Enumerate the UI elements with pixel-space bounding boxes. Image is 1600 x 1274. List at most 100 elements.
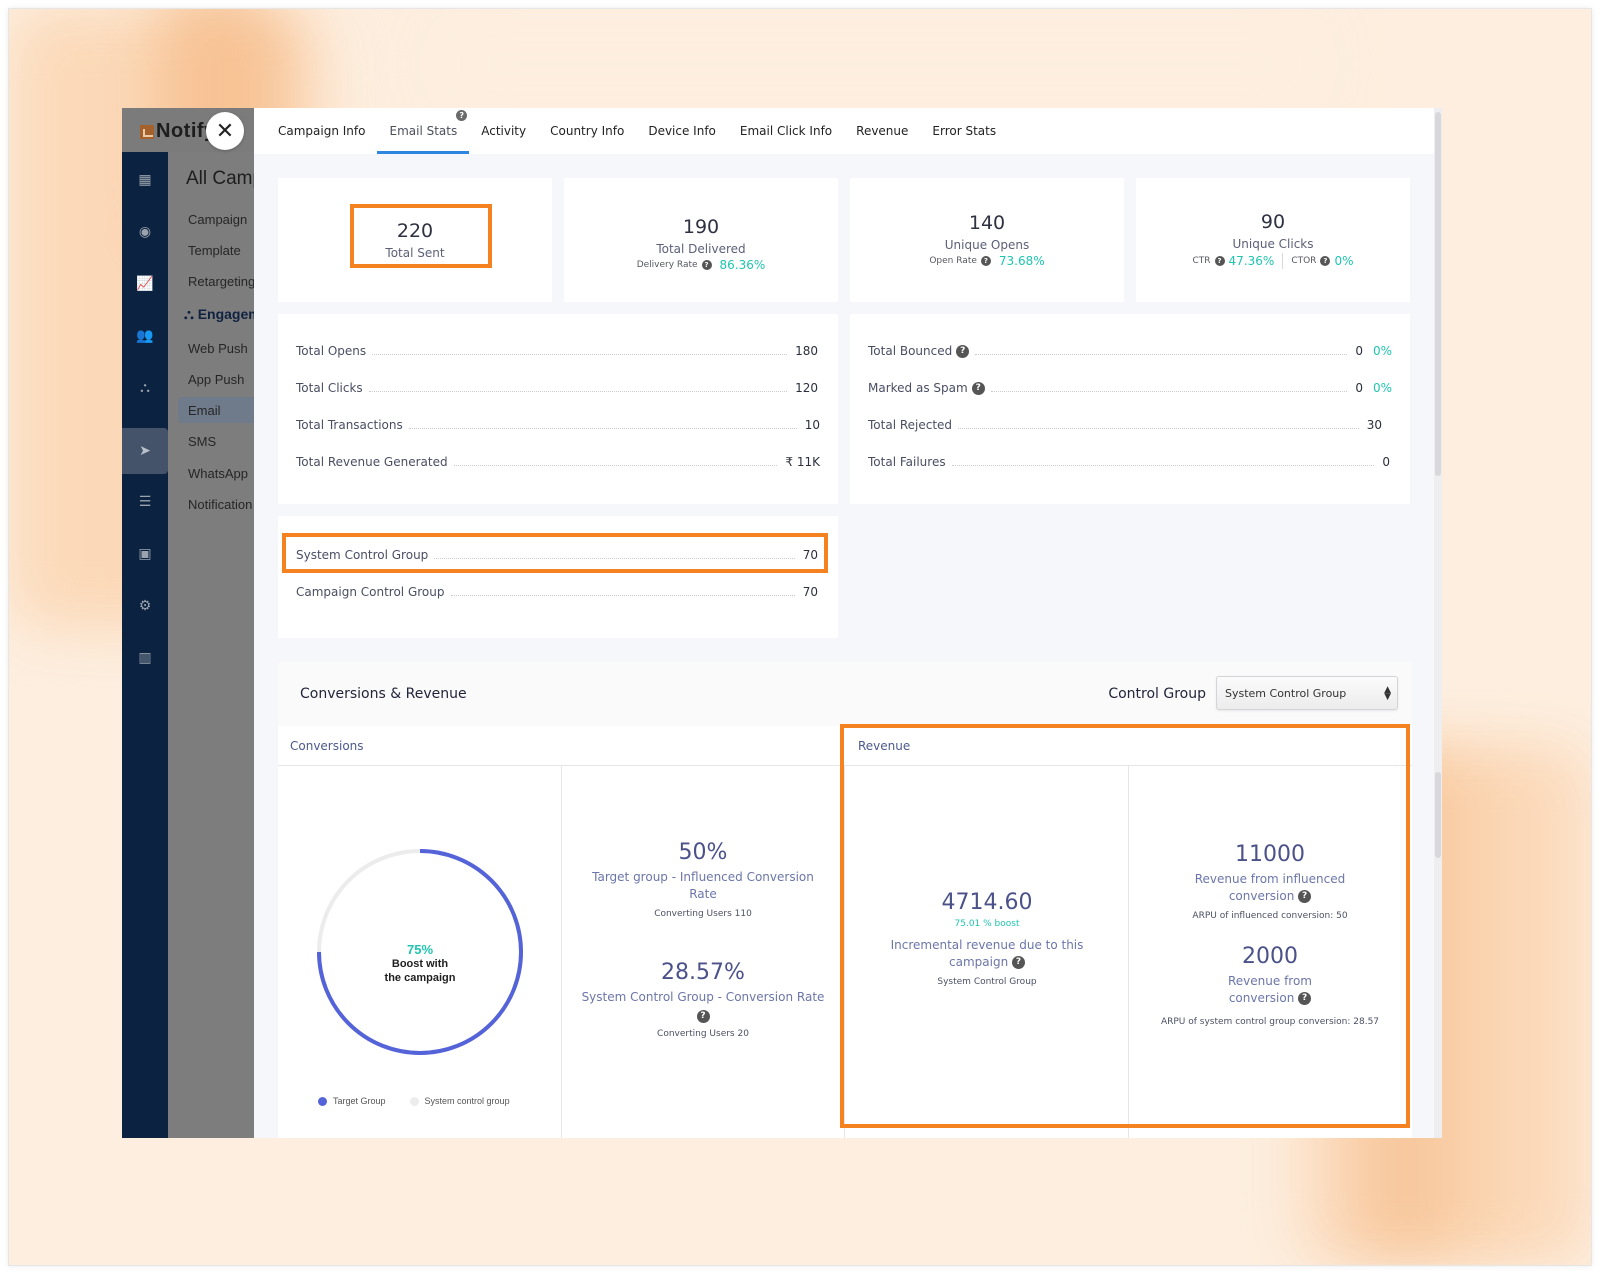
open-rate-value: 73.68%	[998, 254, 1045, 268]
tab-device-info[interactable]: Device Info	[636, 108, 728, 154]
menu-item-whatsapp[interactable]: WhatsApp	[188, 466, 248, 481]
tab-email-click-info[interactable]: Email Click Info	[728, 108, 844, 154]
donut-center-text: 75% Boost with the campaign	[344, 942, 496, 985]
control-groups-card: System Control Group 70 Campaign Control …	[278, 516, 838, 638]
list-item: Total Transactions 10	[296, 418, 820, 432]
building-icon[interactable]: ▥	[122, 638, 168, 678]
tab-activity[interactable]: Activity	[469, 108, 538, 154]
help-icon[interactable]: ?	[971, 381, 985, 395]
delivery-rate: Delivery Rate ? 86.36%	[636, 258, 766, 272]
tab-email-stats[interactable]: Email Stats?	[377, 108, 469, 154]
ctor-value: 0%	[1334, 254, 1354, 268]
tab-error-stats[interactable]: Error Stats	[920, 108, 1008, 154]
revenue-header: Revenue	[844, 726, 1412, 766]
list-item: Total Opens 180	[296, 344, 818, 358]
users-icon[interactable]: 👥	[122, 316, 168, 356]
total-sent-label: Total Sent	[385, 246, 445, 260]
legend-label-target: Target Group	[333, 1096, 386, 1106]
unique-opens-value: 140	[968, 212, 1006, 234]
menu-item-retargeting[interactable]: Retargeting	[188, 274, 254, 289]
legend-dot-target	[318, 1096, 327, 1106]
hierarchy-icon[interactable]: ⛬	[122, 368, 168, 408]
tab-bar: Campaign Info Email Stats? Activity Coun…	[254, 108, 1434, 154]
conversions-header: Conversions	[278, 726, 844, 766]
list-item: Marked as Spam? 0 0%	[868, 381, 1392, 395]
dashboard-gauge-icon[interactable]: ◉	[122, 212, 168, 252]
paper-plane-icon[interactable]: ➤	[122, 428, 168, 474]
email-stats-panel: Campaign Info Email Stats? Activity Coun…	[254, 108, 1442, 1138]
line-chart-icon[interactable]: 📈	[122, 264, 168, 304]
list-item: System Control Group 70	[296, 548, 818, 562]
divider	[1282, 253, 1284, 269]
influenced-revenue: 11000 Revenue from influenced conversion …	[1192, 842, 1348, 921]
tab-revenue[interactable]: Revenue	[844, 108, 920, 154]
close-button[interactable]: ✕	[206, 112, 244, 150]
divider	[561, 766, 562, 1138]
icon-rail: ▦ ◉ 📈 👥 ⛬ ➤ ☰ ▣ ⚙ ▥	[122, 152, 168, 1138]
scrollbar[interactable]	[1434, 108, 1442, 1138]
legend-dot-control	[409, 1096, 419, 1106]
unique-opens-card: 140 Unique Opens Open Rate ? 73.68%	[850, 178, 1124, 302]
grid-icon[interactable]: ▦	[122, 160, 168, 200]
help-icon[interactable]: ?	[956, 344, 970, 358]
total-delivered-value: 190	[682, 216, 720, 238]
select-arrows-icon: ▲ ▼	[1384, 685, 1391, 702]
background-menu: All Campaigns Campaign Template Retarget…	[168, 152, 254, 1138]
unique-clicks-label: Unique Clicks	[1232, 237, 1314, 251]
help-icon[interactable]: ?	[1012, 956, 1025, 969]
divider	[1128, 766, 1129, 1138]
scrollbar-thumb[interactable]	[1435, 112, 1441, 476]
list-item: Total Clicks 120	[296, 381, 818, 395]
conversions-revenue-card: Conversions & Revenue Control Group Syst…	[278, 662, 1412, 1138]
list-icon[interactable]: ☰	[122, 482, 168, 522]
help-icon[interactable]: ?	[1298, 992, 1312, 1005]
menu-heading-engagement[interactable]: ⛬ Engagement	[184, 306, 254, 323]
target-conversion-rate: 50% Target group - Influenced Conversion…	[592, 840, 814, 919]
menu-item-campaign[interactable]: Campaign	[188, 212, 247, 227]
open-rate: Open Rate ? 73.68%	[929, 254, 1045, 268]
menu-item-template[interactable]: Template	[188, 243, 241, 258]
legend-label-control: System control group	[424, 1096, 510, 1106]
total-delivered-label: Total Delivered	[656, 242, 746, 256]
scrollbar-thumb[interactable]	[1435, 772, 1441, 858]
image-file-icon[interactable]: ▣	[122, 534, 168, 574]
help-icon[interactable]: ?	[456, 110, 468, 121]
list-item: Total Failures 0	[868, 455, 1390, 469]
unique-opens-label: Unique Opens	[944, 238, 1030, 252]
menu-item-email[interactable]: Email	[188, 403, 221, 418]
help-icon[interactable]: ?	[696, 1010, 710, 1023]
click-rates: CTR ? 47.36% CTOR ? 0%	[1192, 253, 1354, 269]
app-window: Notify ▦ ◉ 📈 👥 ⛬ ➤ ☰ ▣ ⚙ ▥ All Campaigns…	[122, 108, 1442, 1138]
incremental-revenue: 4714.60 75.01 % boost Incremental revenu…	[852, 890, 1122, 987]
background-blob	[429, 9, 1329, 119]
help-icon[interactable]: ?	[1298, 890, 1312, 903]
background-app: Notify ▦ ◉ 📈 👥 ⛬ ➤ ☰ ▣ ⚙ ▥ All Campaigns…	[122, 108, 254, 1138]
control-conversion-rate: 28.57% System Control Group - Conversion…	[581, 960, 825, 1039]
gear-icon[interactable]: ⚙	[122, 586, 168, 626]
chart-legend: Target Group System control group	[318, 1096, 510, 1106]
help-icon[interactable]: ?	[701, 260, 712, 270]
list-item: Total Bounced? 0 0%	[868, 344, 1392, 358]
list-item: Total Rejected 30	[868, 418, 1382, 432]
boost-percent: 75%	[406, 942, 434, 957]
divider	[844, 766, 845, 1138]
tab-campaign-info[interactable]: Campaign Info	[266, 108, 377, 154]
tab-country-info[interactable]: Country Info	[538, 108, 636, 154]
help-icon[interactable]: ?	[1214, 256, 1225, 266]
control-group-select[interactable]: System Control Group ▲ ▼	[1216, 676, 1398, 710]
boost-percent: 75.01 % boost	[954, 919, 1020, 929]
list-item: Campaign Control Group 70	[296, 585, 818, 599]
unique-clicks-card: 90 Unique Clicks CTR ? 47.36% CTOR ? 0%	[1136, 178, 1410, 302]
close-icon: ✕	[215, 118, 235, 144]
menu-item-sms[interactable]: SMS	[188, 434, 216, 449]
control-group-label: Control Group	[1108, 686, 1206, 702]
help-icon[interactable]: ?	[980, 256, 991, 266]
conversion-revenue: 2000 Revenue from conversion ? ARPU of sy…	[1160, 944, 1380, 1027]
menu-item-notification[interactable]: Notification	[188, 497, 252, 512]
hierarchy-icon: ⛬	[184, 306, 198, 322]
menu-item-web-push[interactable]: Web Push	[188, 341, 248, 356]
menu-item-app-push[interactable]: App Push	[188, 372, 244, 387]
logo-chart-icon	[140, 124, 154, 139]
logo: Notify	[140, 120, 216, 143]
help-icon[interactable]: ?	[1320, 256, 1331, 266]
